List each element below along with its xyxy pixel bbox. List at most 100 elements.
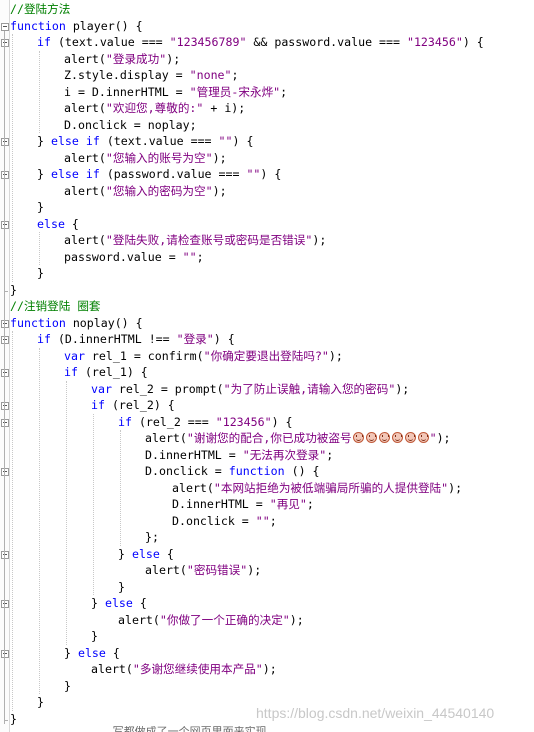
code-line[interactable]: D.innerHTML = "无法再次登录"; (10, 447, 333, 464)
code-line[interactable]: if (rel_1) { (10, 364, 148, 381)
code-token: ); (436, 431, 451, 445)
fold-toggle-icon[interactable] (1, 22, 9, 31)
code-line[interactable]: D.innerHTML = "再见"; (10, 496, 314, 513)
code-line[interactable]: } else if (password.value === "") { (10, 166, 281, 183)
string-token: "您输入的密码为空" (105, 183, 213, 198)
string-token: "你确定要退出登陆吗?" (203, 348, 329, 363)
code-token: (text.value === (99, 134, 219, 148)
code-line[interactable]: } else { (10, 595, 147, 612)
code-line[interactable]: } (10, 628, 98, 645)
code-line[interactable]: function player() { (10, 18, 143, 35)
code-line[interactable]: alert("欢迎您,尊敬的:" + i); (10, 100, 245, 117)
keyword-token: function (228, 464, 285, 478)
code-token: (rel_1) { (77, 365, 148, 379)
fold-toggle-icon[interactable] (1, 600, 9, 608)
code-line[interactable]: alert("您输入的密码为空"); (10, 183, 227, 200)
fold-toggle-icon[interactable] (1, 39, 9, 47)
code-token: rel_1 = confirm( (84, 348, 204, 363)
code-line[interactable]: //注销登陆 圈套 (10, 298, 101, 315)
code-token: ); (262, 662, 277, 676)
code-line[interactable]: alert("密码错误"); (10, 562, 261, 579)
code-line[interactable]: alert("你做了一个正确的决定"); (10, 612, 304, 629)
code-token: D.innerHTML = (145, 447, 243, 462)
code-line[interactable]: function noplay() { (10, 315, 143, 332)
code-line[interactable]: password.value = ""; (10, 249, 204, 266)
code-token: } (37, 134, 51, 148)
code-line[interactable]: if (text.value === "123456789" && passwo… (10, 34, 484, 51)
fold-toggle-icon[interactable] (1, 319, 9, 328)
code-line[interactable]: }; (10, 529, 159, 546)
code-token: } (64, 678, 71, 693)
code-token: } (64, 645, 78, 660)
code-line[interactable]: Z.style.display = "none"; (10, 67, 239, 84)
code-line[interactable]: } (10, 678, 71, 695)
code-line[interactable]: } (10, 282, 17, 299)
code-line[interactable]: } else { (10, 546, 174, 563)
keyword-token: if (118, 414, 132, 429)
code-line[interactable]: } else { (10, 645, 120, 662)
code-line[interactable]: //登陆方法 (10, 1, 70, 18)
code-token: noplay() { (65, 315, 143, 330)
grin-emoji-icon (404, 432, 416, 443)
fold-toggle-icon[interactable] (1, 402, 9, 410)
string-token: "123456" (406, 35, 463, 49)
code-token: ); (448, 480, 463, 495)
code-token: ); (289, 612, 304, 627)
code-line[interactable]: if (D.innerHTML !== "登录") { (10, 331, 235, 348)
code-token: + i); (203, 101, 246, 115)
code-line[interactable]: alert("登陆失败,请检查账号或密码是否错误"); (10, 232, 326, 249)
code-line[interactable]: alert("您输入的账号为空"); (10, 150, 227, 167)
string-token: "谢谢您的配合,你已成功被盗号 (186, 431, 352, 445)
grin-emoji-icon (391, 432, 403, 443)
code-line[interactable]: D.onclick = ""; (10, 513, 277, 530)
code-token: (D.innerHTML !== (50, 332, 177, 346)
code-line[interactable]: alert("登录成功"); (10, 51, 180, 68)
code-line[interactable]: if (rel_2 === "123456") { (10, 414, 293, 431)
code-line[interactable]: var rel_2 = prompt("为了防止误触,请输入您的密码"); (10, 381, 409, 398)
string-token: "密码错误" (186, 563, 248, 577)
code-token: } (10, 282, 17, 297)
fold-end-marker (4, 719, 8, 721)
code-line[interactable]: } (10, 265, 44, 282)
code-line[interactable]: } (10, 694, 44, 711)
code-line[interactable]: } (10, 711, 17, 728)
code-line[interactable]: alert("多谢您继续使用本产品"); (10, 661, 277, 678)
keyword-token: else (77, 645, 106, 660)
fold-toggle-icon[interactable] (1, 418, 9, 427)
code-token: }; (145, 530, 159, 544)
code-line[interactable]: } else if (text.value === "") { (10, 133, 253, 150)
code-line[interactable]: else { (10, 216, 79, 233)
code-token: { (105, 645, 120, 660)
fold-gutter (0, 0, 10, 732)
code-line[interactable]: D.onclick = noplay; (10, 117, 197, 134)
code-token: (password.value === (99, 167, 247, 181)
fold-toggle-icon[interactable] (1, 468, 9, 476)
code-token: i = D.innerHTML = (64, 84, 190, 99)
fold-toggle-icon[interactable] (1, 171, 9, 179)
comment-token: //登陆方法 (10, 2, 71, 16)
string-token: "你做了一个正确的决定" (159, 612, 290, 627)
code-line[interactable]: D.onclick = function () { (10, 463, 320, 480)
code-line[interactable]: i = D.innerHTML = "管理员-宋永烨"; (10, 84, 287, 101)
fold-toggle-icon[interactable] (1, 336, 9, 344)
code-editor[interactable]: //登陆方法 function player() {if (text.value … (0, 0, 534, 732)
string-token: "" (182, 249, 197, 264)
code-line[interactable]: } (10, 199, 44, 216)
fold-toggle-icon[interactable] (1, 550, 9, 559)
code-line[interactable]: } (10, 579, 125, 596)
string-token: "多谢您继续使用本产品" (132, 662, 263, 676)
code-token: { (132, 596, 147, 610)
code-line[interactable]: var rel_1 = confirm("你确定要退出登陆吗?"); (10, 348, 343, 365)
fold-end-marker (4, 290, 8, 292)
code-token: alert( (118, 612, 160, 627)
code-line[interactable]: alert("本网站拒绝为被低端骗局所骗的人提供登陆"); (10, 480, 462, 497)
fold-toggle-icon[interactable] (1, 649, 9, 658)
code-line[interactable]: if (rel_2) { (10, 397, 175, 414)
code-token: } (10, 711, 17, 726)
fold-toggle-icon[interactable] (1, 220, 9, 229)
fold-toggle-icon[interactable] (1, 369, 9, 377)
string-token: "" (246, 167, 261, 181)
fold-toggle-icon[interactable] (1, 138, 9, 146)
code-token: } (91, 596, 105, 610)
code-line[interactable]: alert("谢谢您的配合,你已成功被盗号 "); (10, 430, 451, 447)
